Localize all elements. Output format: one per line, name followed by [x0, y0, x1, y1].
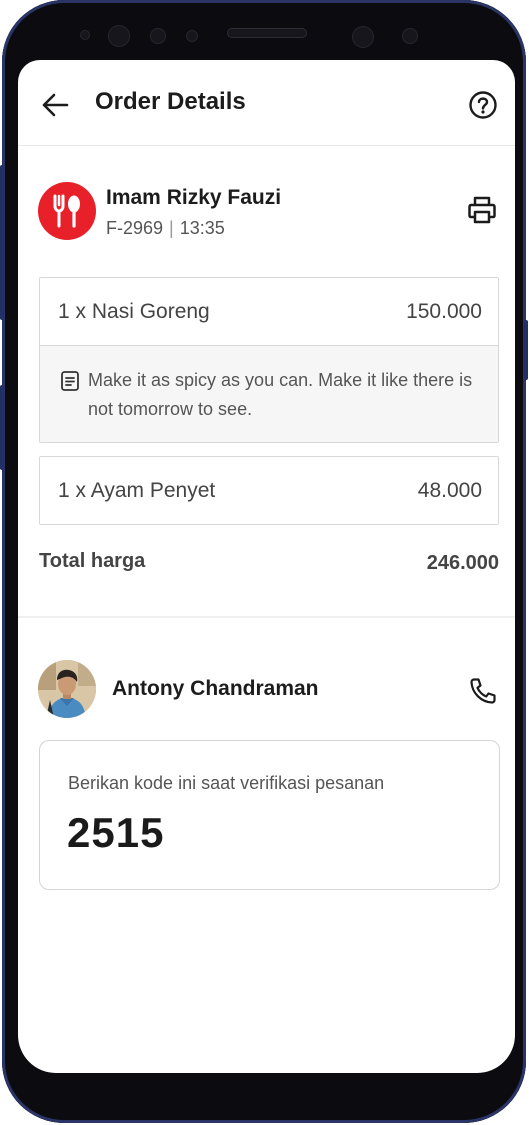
item-price: 48.000: [417, 478, 482, 502]
restaurant-logo: [38, 182, 96, 240]
front-camera: [108, 25, 130, 47]
power-button: [524, 320, 528, 380]
total-label: Total harga: [39, 550, 146, 572]
arrow-left-icon[interactable]: [40, 90, 70, 120]
avatar: [38, 660, 96, 718]
question-circle-icon[interactable]: [468, 90, 498, 120]
sensor-dot: [80, 30, 90, 40]
meta-separator: |: [169, 218, 174, 238]
total-value: 246.000: [426, 552, 499, 574]
order-time: 13:35: [179, 218, 225, 238]
order-item-row: 1 x Nasi Goreng 150.000: [40, 278, 498, 345]
verification-code: 2515: [67, 809, 165, 856]
volume-button: [0, 165, 4, 320]
item-note: Make it as spicy as you can. Make it lik…: [40, 345, 498, 442]
phone-icon[interactable]: [468, 676, 498, 706]
sensor-dot: [150, 28, 166, 44]
printer-icon[interactable]: [466, 194, 498, 226]
order-meta: F-2969 | 13:35: [106, 218, 225, 239]
phone-top-bezel: [2, 0, 526, 60]
verification-code-card: Berikan kode ini saat verifikasi pesanan…: [39, 740, 500, 890]
spoon-fork-icon: [53, 194, 80, 228]
section-divider: [18, 616, 515, 618]
driver-name: Antony Chandraman: [112, 677, 319, 700]
restaurant-name: Imam Rizky Fauzi: [106, 186, 282, 209]
phone-frame: Order Details Imam Rizky Fauzi F-2969 | 13…: [0, 0, 528, 1123]
item-name: 1 x Nasi Goreng: [58, 299, 210, 323]
item-name: 1 x Ayam Penyet: [58, 478, 216, 502]
item-price: 150.000: [406, 299, 482, 323]
driver-photo: [38, 660, 96, 718]
order-id: F-2969: [106, 218, 164, 238]
item-note-text: Make it as spicy as you can. Make it lik…: [88, 370, 473, 419]
order-item-card: 1 x Ayam Penyet 48.000: [39, 456, 499, 525]
note-icon: [61, 371, 79, 391]
page-title: Order Details: [95, 88, 246, 115]
verification-caption: Berikan kode ini saat verifikasi pesanan: [68, 773, 385, 793]
app-header: Order Details: [18, 60, 515, 146]
front-camera: [352, 26, 374, 48]
order-item-row: 1 x Ayam Penyet 48.000: [40, 457, 498, 524]
bixby-button: [0, 385, 4, 470]
sensor-dot: [402, 28, 418, 44]
sensor-dot: [186, 30, 198, 42]
app-screen: Order Details Imam Rizky Fauzi F-2969 | 13…: [18, 60, 515, 1073]
order-item-card: 1 x Nasi Goreng 150.000 Make it as spicy…: [39, 277, 499, 443]
earpiece-speaker: [227, 28, 307, 38]
